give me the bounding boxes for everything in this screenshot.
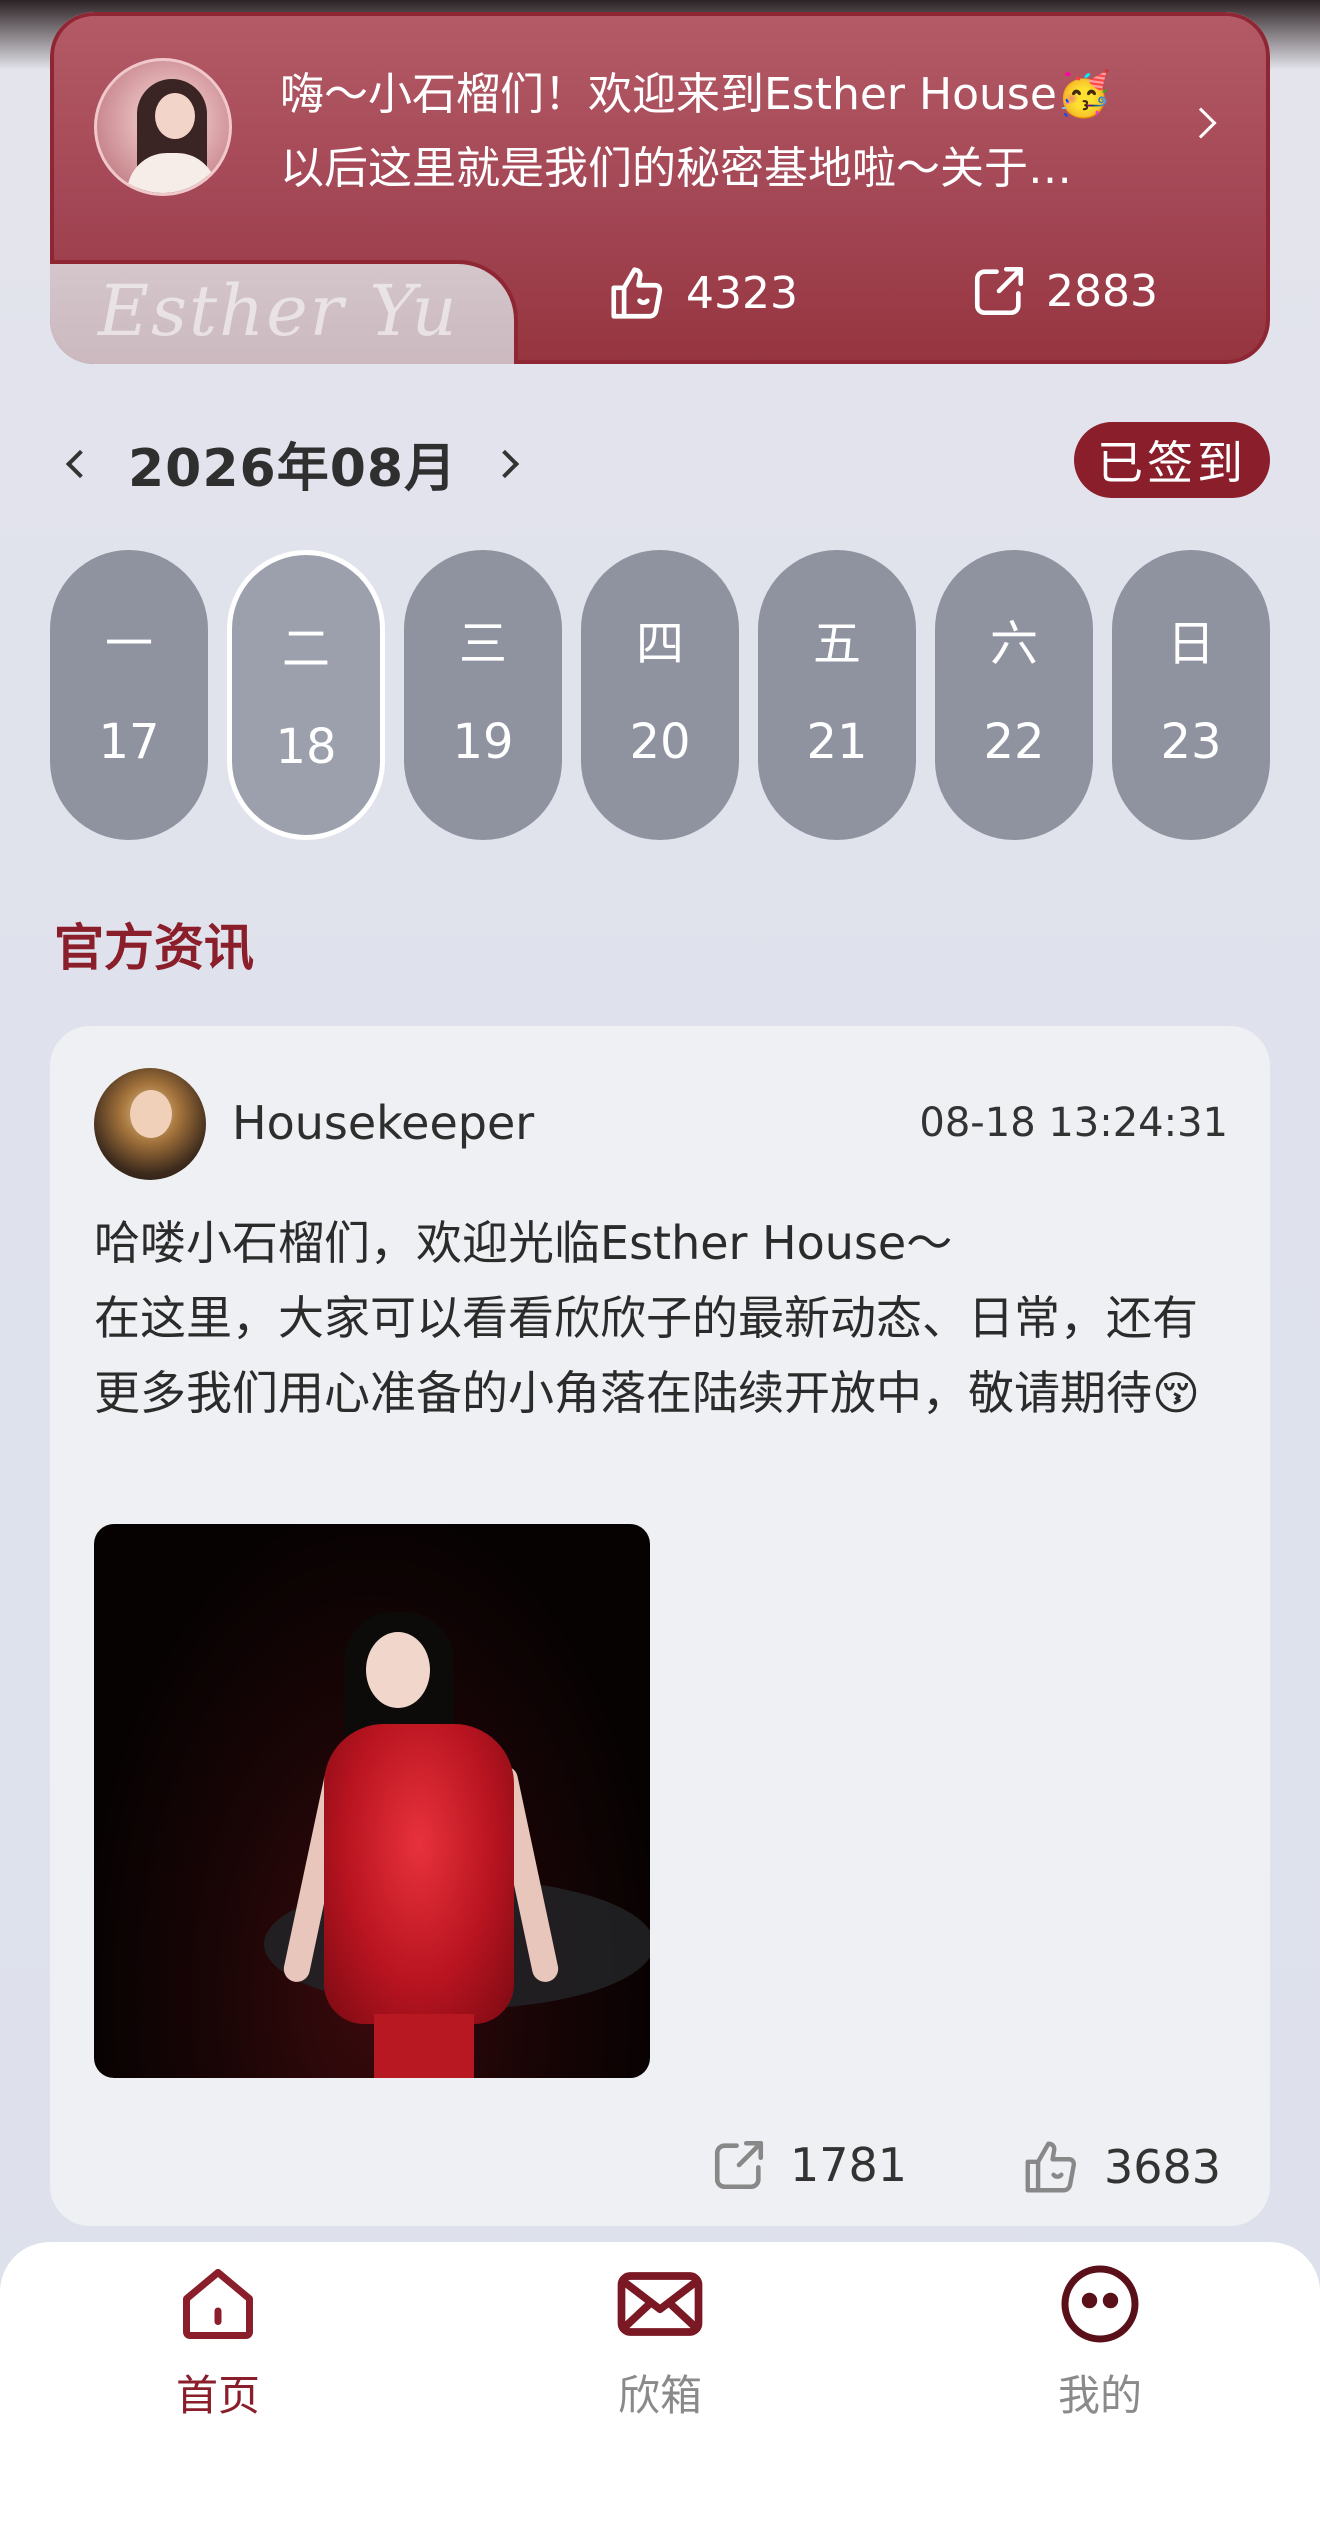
thumbs-up-icon: [1025, 2141, 1077, 2193]
tab-home-label: 首页: [175, 2371, 260, 2420]
day-weekday: 三: [458, 616, 507, 672]
post-line-2: 在这里，大家可以看看欣欣子的最新动态、日常，还有更多我们用心准备的小角落在陆续开…: [94, 1291, 1200, 1420]
chevron-left-icon[interactable]: [65, 449, 95, 478]
day-date: 17: [98, 714, 160, 770]
share-icon: [974, 266, 1024, 316]
tab-mailbox-label: 欣箱: [617, 2371, 702, 2420]
thumbs-up-icon: [611, 267, 663, 319]
bottom-tab-bar: 首页 欣箱 我的: [0, 2242, 1320, 2532]
section-title: 官方资讯: [54, 919, 254, 977]
post-share[interactable]: 1781: [710, 2136, 907, 2194]
month-label: 2026年08月: [128, 439, 458, 499]
announcement-banner[interactable]: Esther Yu 嗨～小石榴们！欢迎来到Esther House🥳 以后这里就…: [50, 12, 1270, 364]
banner-line-2: 以后这里就是我们的秘密基地啦～关于…: [280, 143, 1072, 194]
banner-share[interactable]: 2883: [970, 262, 1158, 320]
post-line-1: 哈喽小石榴们，欢迎光临Esther House～: [94, 1216, 953, 1270]
tab-home[interactable]: 首页: [118, 2262, 318, 2423]
day-weekday: 一: [104, 616, 153, 672]
day-date: 18: [275, 719, 337, 775]
tab-profile[interactable]: 我的: [1000, 2262, 1200, 2423]
day-weekday: 五: [812, 616, 861, 672]
banner-line-1: 嗨～小石榴们！欢迎来到Esther House🥳: [280, 69, 1112, 120]
day-date: 20: [629, 714, 691, 770]
day-weekday: 四: [635, 616, 684, 672]
day-weekday: 六: [989, 616, 1038, 672]
day-weekday: 日: [1166, 616, 1215, 672]
share-icon: [714, 2140, 764, 2190]
month-selector: 2026年08月: [65, 426, 520, 501]
news-card[interactable]: Housekeeper 08-18 13:24:31 哈喽小石榴们，欢迎光临Es…: [50, 1026, 1270, 2226]
day-pill[interactable]: 三 19: [404, 550, 562, 840]
post-share-count: 1781: [790, 2138, 908, 2192]
banner-avatar: [94, 58, 232, 196]
day-date: 21: [806, 714, 868, 770]
banner-like-count: 4323: [686, 267, 798, 319]
signature-logo: Esther Yu: [98, 270, 459, 352]
signed-in-badge[interactable]: 已签到: [1074, 422, 1270, 498]
day-weekday: 二: [281, 621, 330, 677]
post-content: 哈喽小石榴们，欢迎光临Esther House～ 在这里，大家可以看看欣欣子的最…: [94, 1206, 1234, 1431]
author-avatar[interactable]: [94, 1068, 206, 1180]
banner-share-count: 2883: [1046, 265, 1158, 317]
banner-like[interactable]: 4323: [606, 262, 798, 324]
author-name: Housekeeper: [232, 1096, 535, 1150]
post-time: 08-18 13:24:31: [919, 1100, 1228, 1146]
home-icon: [183, 2269, 253, 2339]
chevron-right-icon[interactable]: [490, 449, 520, 478]
day-pill[interactable]: 一 17: [50, 550, 208, 840]
post-like[interactable]: 3683: [1020, 2136, 1221, 2198]
smiley-icon: [1061, 2265, 1139, 2343]
tab-mailbox[interactable]: 欣箱: [560, 2262, 760, 2423]
day-pill[interactable]: 四 20: [581, 550, 739, 840]
day-date: 19: [452, 714, 514, 770]
week-strip: 一 17 二 18 三 19 四 20 五 21 六 22 日 23: [50, 550, 1270, 840]
day-date: 23: [1160, 714, 1222, 770]
post-like-count: 3683: [1104, 2140, 1222, 2194]
banner-text: 嗨～小石榴们！欢迎来到Esther House🥳 以后这里就是我们的秘密基地啦～…: [280, 58, 1160, 206]
tab-profile-label: 我的: [1057, 2371, 1142, 2420]
day-pill[interactable]: 六 22: [935, 550, 1093, 840]
day-date: 22: [983, 714, 1045, 770]
day-pill[interactable]: 日 23: [1112, 550, 1270, 840]
post-image[interactable]: [94, 1524, 650, 2078]
day-pill[interactable]: 五 21: [758, 550, 916, 840]
day-pill-selected[interactable]: 二 18: [227, 550, 385, 840]
mail-icon: [617, 2272, 703, 2336]
